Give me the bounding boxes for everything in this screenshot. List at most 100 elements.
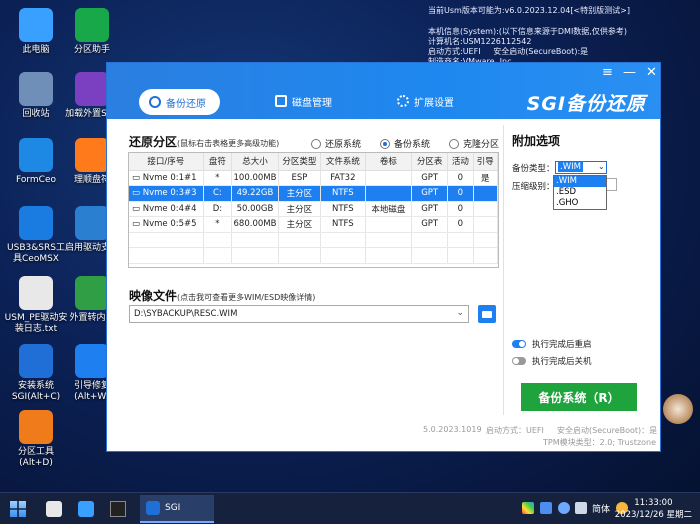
taskbar-clock[interactable]: 11:33:00 2023/12/26 星期二 (615, 497, 692, 521)
col-size[interactable]: 总大小 (231, 153, 279, 171)
driver-support-icon (75, 206, 109, 240)
radio-dot (449, 138, 459, 149)
cell-letter: C: (203, 185, 233, 202)
desktop-icon[interactable]: 此电脑 (4, 8, 68, 56)
sgi-icon (146, 501, 160, 515)
volume-tray-icon[interactable] (575, 502, 587, 514)
cell-boot (473, 216, 499, 233)
network-tool-icon[interactable] (78, 501, 94, 517)
radio-dot (311, 138, 321, 149)
table-row[interactable]: ▭ Nvme 0:3#3 C: 49.22GB 主分区 NTFS GPT 0 (129, 185, 499, 202)
close-button[interactable]: ✕ (646, 65, 657, 80)
tab-label: 扩展设置 (414, 97, 454, 109)
menu-button[interactable]: ≡ (602, 65, 613, 80)
cell-empty (129, 247, 204, 264)
file-explorer-icon[interactable] (46, 501, 62, 517)
dropdown-option-gho[interactable]: .GHO (554, 198, 606, 209)
col-ptype[interactable]: 分区类型 (278, 153, 322, 171)
col-partition-table[interactable]: 分区表 (411, 153, 449, 171)
cell-empty (447, 232, 474, 248)
toggle-switch-on[interactable] (512, 340, 526, 348)
cell-active: 0 (447, 201, 474, 217)
backup-system-button[interactable]: 备份系统（R） (521, 383, 637, 411)
desktop-icon[interactable]: USM_PE驱动安装日志.txt (4, 276, 68, 335)
cell-fs: NTFS (320, 201, 366, 217)
cell-empty (129, 232, 204, 248)
table-row[interactable]: ▭ Nvme 0:4#4 D: 50.00GB 主分区 NTFS 本地磁盘 GPT 0 (129, 201, 499, 217)
desktop-icon[interactable]: 分区助手 (60, 8, 124, 56)
shutdown-label: 执行完成后关机 (532, 357, 592, 367)
image-hint[interactable]: (点击我可查看更多WIM/ESD映像详情) (177, 293, 315, 302)
radio-dot (380, 138, 390, 149)
network-tray-icon[interactable] (558, 502, 570, 514)
dropdown-option-esd[interactable]: .ESD (554, 187, 606, 198)
usb-tool-icon (19, 206, 53, 240)
cell-label: 本地磁盘 (365, 201, 413, 217)
backup-type-value: .WIM (558, 162, 583, 172)
desktop-icon[interactable]: 安装系统SGI(Alt+C) (4, 344, 68, 403)
radio-label: 备份系统 (394, 140, 431, 150)
display-tray-icon[interactable] (540, 502, 552, 514)
cell-empty (320, 247, 366, 264)
restore-section-title: 还原分区(鼠标右击表格更多高级功能) (129, 133, 279, 150)
start-button-icon[interactable] (10, 501, 26, 517)
load-srs-icon (75, 72, 109, 106)
col-interface[interactable]: 接口/序号 (129, 153, 204, 171)
radio-backup-system[interactable]: 备份系统 (380, 137, 430, 150)
terminal-icon[interactable] (110, 501, 126, 517)
cell-interface: ▭ Nvme 0:1#1 (129, 170, 204, 186)
cell-active: 0 (447, 170, 474, 186)
language-indicator[interactable]: 简体 (592, 502, 610, 515)
cell-index: 0:5#5 (170, 219, 197, 230)
desktop-icon-label: FormCeo (16, 175, 56, 185)
col-letter[interactable]: 盘符 (203, 153, 233, 171)
desktop-icon[interactable]: USB3&SRS工具CeoMSX (4, 206, 68, 265)
cell-fs: NTFS (320, 185, 366, 202)
cell-table: GPT (411, 185, 449, 202)
cell-active: 0 (447, 216, 474, 233)
backup-type-dropdown: .WIM .ESD .GHO (553, 175, 607, 210)
tab-disk-management[interactable]: 磁盘管理 (275, 87, 332, 115)
image-path-combobox[interactable]: D:\SYBACKUP\RESC.WIM ⌄ (129, 305, 469, 323)
desktop-icon[interactable]: FormCeo (4, 138, 68, 186)
desktop-icon[interactable]: 回收站 (4, 72, 68, 120)
color-tray-icon[interactable] (522, 502, 534, 514)
col-active[interactable]: 活动 (447, 153, 474, 171)
drive-icon: ▭ (132, 219, 143, 230)
drive-letter-icon (75, 138, 109, 172)
chevron-down-icon[interactable]: ⌄ (598, 162, 605, 171)
dropdown-option-wim[interactable]: .WIM (554, 176, 606, 187)
col-boot[interactable]: 引导 (473, 153, 499, 171)
col-filesystem[interactable]: 文件系统 (320, 153, 366, 171)
formceo-icon (19, 138, 53, 172)
radio-restore-system[interactable]: 还原系统 (311, 137, 361, 150)
radio-clone-partition[interactable]: 克隆分区 (449, 137, 499, 150)
shutdown-toggle[interactable]: 执行完成后关机 (512, 355, 592, 367)
tab-extended-settings[interactable]: 扩展设置 (397, 87, 454, 115)
partition-assistant-icon (75, 8, 109, 42)
convert-icon (75, 276, 109, 310)
cell-boot (473, 201, 499, 217)
cell-iface: Nvme (142, 219, 168, 230)
table-row[interactable]: ▭ Nvme 0:5#5 * 680.00MB 主分区 NTFS GPT 0 (129, 216, 499, 233)
cell-empty (447, 247, 474, 264)
cell-empty (365, 247, 413, 264)
col-volume-label[interactable]: 卷标 (365, 153, 413, 171)
clock-time: 11:33:00 (634, 498, 673, 508)
drive-icon: ▭ (132, 172, 143, 183)
table-row[interactable]: ▭ Nvme 0:1#1 * 100.00MB ESP FAT32 GPT 0 是 (129, 170, 499, 186)
toggle-switch-off[interactable] (512, 357, 526, 365)
cell-interface: ▭ Nvme 0:3#3 (129, 185, 204, 202)
cell-letter: D: (203, 201, 233, 217)
cell-interface: ▭ Nvme 0:4#4 (129, 201, 204, 217)
minimize-button[interactable]: — (623, 65, 636, 80)
compress-level-label: 压缩级别： (512, 182, 555, 192)
reboot-toggle[interactable]: 执行完成后重启 (512, 338, 592, 350)
tab-backup-restore[interactable]: 备份还原 (139, 89, 220, 115)
taskbar-app-sgi[interactable]: SGI (140, 495, 214, 523)
version-text: 5.0.2023.1019 (423, 425, 482, 434)
chevron-down-icon[interactable]: ⌄ (456, 308, 464, 318)
desktop-icon[interactable]: 分区工具(Alt+D) (4, 410, 68, 469)
browse-folder-button[interactable] (478, 305, 496, 323)
table-header-row: 接口/序号 盘符 总大小 分区类型 文件系统 卷标 分区表 活动 引导 (129, 153, 499, 171)
